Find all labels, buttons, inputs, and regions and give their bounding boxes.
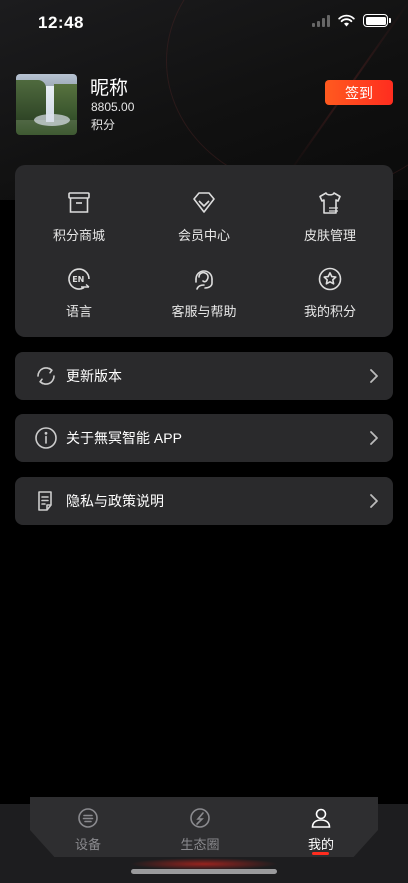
- cellular-signal-icon: [312, 14, 330, 27]
- grid-item-label: 客服与帮助: [171, 304, 237, 319]
- tab-label: 我的: [307, 837, 334, 852]
- document-icon: [38, 491, 52, 511]
- tab-mine[interactable]: 我的: [276, 806, 366, 853]
- status-bar: 12:48: [0, 0, 408, 46]
- list-item-label: 隐私与政策说明: [66, 493, 164, 509]
- star-circle-icon: [318, 267, 342, 291]
- list-item-label: 更新版本: [66, 368, 122, 384]
- grid-item-customer-service[interactable]: 客服与帮助: [144, 265, 264, 325]
- points-value: 8805.00: [91, 100, 135, 114]
- status-icons: [312, 14, 391, 27]
- grid-item-my-points[interactable]: 我的积分: [270, 265, 390, 325]
- nickname[interactable]: 昵称: [90, 73, 128, 100]
- grid-item-label: 会员中心: [177, 228, 230, 243]
- grid-item-member-center[interactable]: 会员中心: [144, 189, 264, 249]
- active-tab-indicator: [312, 852, 329, 855]
- tab-label: 设备: [74, 837, 101, 852]
- grid-item-language[interactable]: EN 语言: [19, 265, 139, 325]
- device-icon: [78, 808, 98, 828]
- tshirt-icon: [319, 192, 341, 214]
- list-item-privacy-policy[interactable]: 隐私与政策说明: [15, 477, 393, 525]
- tab-ecosystem[interactable]: 生态圈: [155, 806, 245, 853]
- chevron-right-icon: [370, 369, 378, 383]
- battery-icon: [363, 14, 391, 27]
- status-time: 12:48: [38, 13, 84, 32]
- list-item-update-version[interactable]: 更新版本: [15, 352, 393, 400]
- info-icon: [35, 427, 57, 449]
- diamond-icon: [193, 192, 215, 213]
- home-indicator: [131, 869, 277, 874]
- grid-item-points-mall[interactable]: 积分商城: [19, 189, 139, 249]
- refresh-icon: [37, 367, 55, 385]
- grid-item-skin-management[interactable]: 皮肤管理: [270, 189, 390, 249]
- svg-text:EN: EN: [72, 275, 84, 284]
- grid-item-label: 皮肤管理: [303, 228, 356, 243]
- points-label: 积分: [91, 118, 116, 132]
- chevron-right-icon: [370, 431, 378, 445]
- user-icon: [311, 808, 331, 828]
- headset-icon: [195, 270, 213, 290]
- chevron-right-icon: [370, 494, 378, 508]
- checkin-button[interactable]: 签到: [325, 80, 393, 105]
- tab-label: 生态圈: [180, 837, 220, 852]
- list-item-about-app[interactable]: 关于無冥智能 APP: [15, 414, 393, 462]
- tab-device[interactable]: 设备: [43, 806, 133, 853]
- avatar[interactable]: [16, 74, 77, 135]
- language-icon: EN: [68, 268, 90, 290]
- grid-item-label: 积分商城: [52, 228, 105, 243]
- list-item-label: 关于無冥智能 APP: [66, 430, 182, 446]
- grid-item-label: 我的积分: [303, 304, 356, 319]
- store-box-icon: [68, 192, 90, 213]
- ecosystem-icon: [190, 808, 210, 828]
- wifi-icon: [338, 14, 355, 27]
- grid-item-label: 语言: [65, 304, 92, 319]
